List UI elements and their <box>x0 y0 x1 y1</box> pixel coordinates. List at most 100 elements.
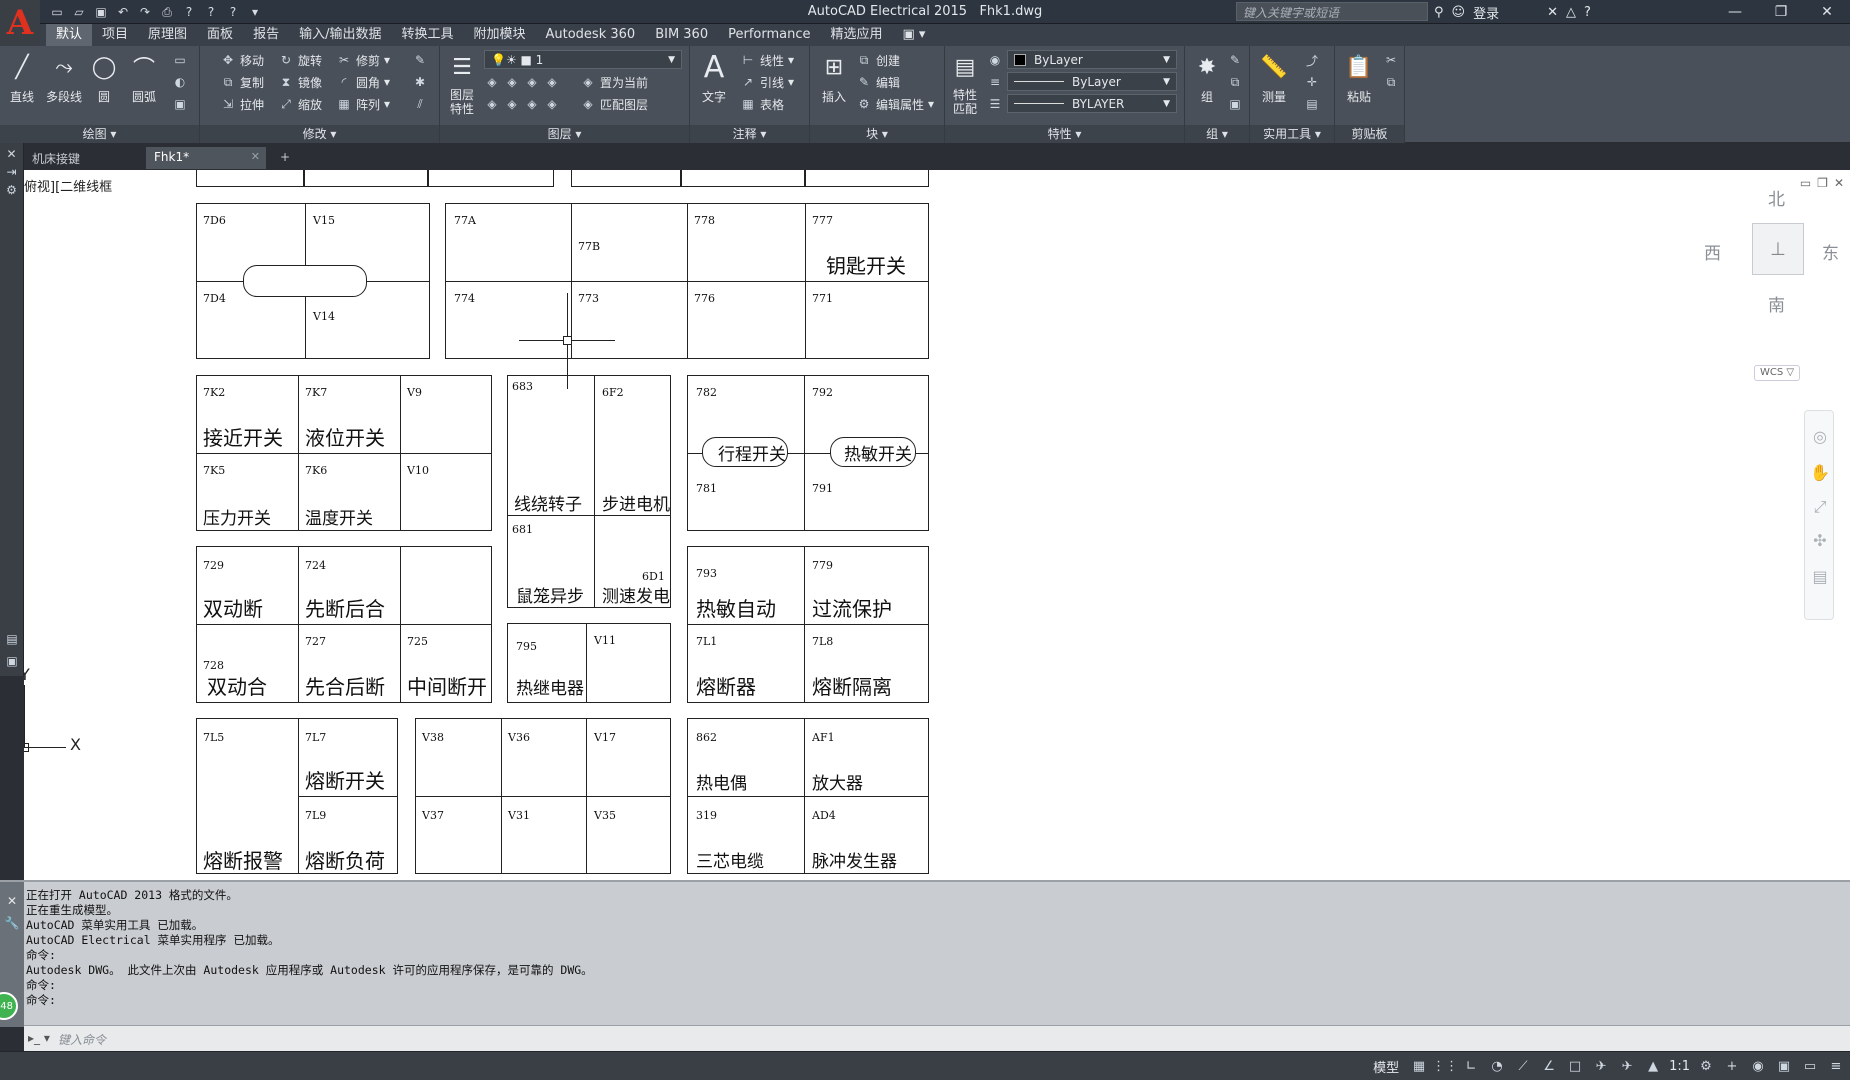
boundary-tool[interactable]: ▣ <box>172 94 188 114</box>
object-snap-tracking-icon[interactable]: ∠ <box>1539 1056 1559 1076</box>
palette-settings-icon[interactable]: ⚙ <box>0 183 23 197</box>
new-icon[interactable]: ▭ <box>48 3 66 21</box>
zoom-extents-icon[interactable]: ⤢ <box>1809 497 1831 519</box>
edit-block-tool[interactable]: ✎ 编辑 <box>856 72 900 92</box>
tab-import-export[interactable]: 输入/输出数据 <box>289 24 391 46</box>
lineweight-tool[interactable]: ☰ <box>987 94 1003 114</box>
group-button[interactable]: ✸ 组 <box>1187 50 1227 105</box>
wcs-menu[interactable]: WCS ▽ <box>1754 365 1800 381</box>
help-button-icon[interactable]: ? <box>1584 5 1591 20</box>
panel-properties-label[interactable]: 特性 ▾ <box>945 125 1184 143</box>
workspace-gear-icon[interactable]: ⚙ <box>1696 1056 1716 1076</box>
color-dropdown[interactable]: ByLayer ▼ <box>1007 50 1177 69</box>
edit-attributes-tool[interactable]: ⚙ 编辑属性 ▾ <box>856 94 934 114</box>
table-tool[interactable]: ▦ 表格 <box>740 94 784 114</box>
tab-performance[interactable]: Performance <box>718 24 820 46</box>
linetype-tool[interactable]: ≡ <box>987 72 1003 92</box>
app-menu-button[interactable]: A <box>0 0 40 46</box>
viewcube[interactable]: 北 西 东 南 ⊥ <box>1704 185 1839 325</box>
trim-tool[interactable]: ✂ 修剪 ▾ <box>336 50 390 70</box>
rectangle-tool[interactable]: ▭ <box>172 50 188 70</box>
tab-conversion[interactable]: 转换工具 <box>391 24 463 46</box>
palette-toggle-icon[interactable]: ▣ <box>0 654 24 668</box>
help-icon-2[interactable]: ? <box>202 3 220 21</box>
binoculars-icon[interactable]: ⚲ <box>1434 5 1444 20</box>
customization-icon[interactable]: ≡ <box>1826 1056 1846 1076</box>
panel-clipboard-label[interactable]: 剪贴板 <box>1335 125 1404 143</box>
object-snap-icon[interactable]: □ <box>1565 1056 1585 1076</box>
text-button[interactable]: A 文字 <box>694 50 734 105</box>
hatch-tool[interactable]: ◐ <box>172 72 188 92</box>
mirror-tool[interactable]: ⧗ 镜像 <box>278 72 322 92</box>
measure-button[interactable]: 📏 测量 <box>1254 50 1294 105</box>
compass-south[interactable]: 南 <box>1768 291 1785 316</box>
pin-palette-icon[interactable]: ⇥ <box>0 165 23 179</box>
panel-modify-label[interactable]: 修改 ▾ <box>200 125 439 143</box>
auto-scale-icon[interactable]: ✈ <box>1617 1056 1637 1076</box>
panel-layers-label[interactable]: 图层 ▾ <box>440 125 689 143</box>
new-tab-button[interactable]: + <box>272 147 298 169</box>
help-icon-3[interactable]: ? <box>224 3 242 21</box>
color-picker-tool[interactable]: ◉ <box>987 50 1003 70</box>
a360-icon[interactable]: △ <box>1566 5 1576 20</box>
leader-tool[interactable]: ↗ 引线 ▾ <box>740 72 794 92</box>
match-layer-tool[interactable]: ◈ 匹配图层 <box>580 94 648 114</box>
isodraft-icon[interactable]: ⟋ <box>1513 1056 1533 1076</box>
linetype-dropdown[interactable]: ByLayer ▼ <box>1007 72 1177 91</box>
viewport-close-icon[interactable]: ✕ <box>1834 176 1844 190</box>
fillet-tool[interactable]: ◜ 圆角 ▾ <box>336 72 390 92</box>
close-palette-icon[interactable]: ✕ <box>0 147 23 161</box>
redo-icon[interactable]: ↷ <box>136 3 154 21</box>
ortho-icon[interactable]: ∟ <box>1461 1056 1481 1076</box>
restore-button[interactable]: ❐ <box>1758 0 1804 24</box>
tab-more-icon[interactable]: ▣ ▾ <box>893 24 936 46</box>
copy-tool[interactable]: ⧉ 复制 <box>220 72 264 92</box>
tab-panel[interactable]: 面板 <box>197 24 243 46</box>
panel-block-label[interactable]: 块 ▾ <box>810 125 944 143</box>
qat-dropdown-icon[interactable]: ▾ <box>246 3 264 21</box>
tab-default[interactable]: 默认 <box>46 24 93 46</box>
doc-tab-2[interactable]: Fhk1* ✕ <box>146 147 266 169</box>
model-space-button[interactable]: 模型 <box>1373 1057 1399 1076</box>
tab-schematic[interactable]: 原理图 <box>138 24 197 46</box>
showmotion-icon[interactable]: ▤ <box>1809 567 1831 589</box>
array-tool[interactable]: ▦ 阵列 ▾ <box>336 94 390 114</box>
lineweight-dropdown[interactable]: BYLAYER ▼ <box>1007 94 1177 113</box>
group-edit-tool[interactable]: ✎ <box>1227 50 1243 70</box>
panel-annotation-label[interactable]: 注释 ▾ <box>690 125 809 143</box>
copy-clip-tool[interactable]: ⧉ <box>1383 72 1399 92</box>
annotation-visibility-icon[interactable]: ✈ <box>1591 1056 1611 1076</box>
line-button[interactable]: ╱ 直线 <box>2 50 42 105</box>
compass-east[interactable]: 东 <box>1822 239 1839 264</box>
panel-utilities-label[interactable]: 实用工具 ▾ <box>1250 125 1334 143</box>
steering-wheel-icon[interactable]: ◎ <box>1809 427 1831 449</box>
command-settings-icon[interactable]: 🔧 <box>0 916 24 930</box>
tab-autodesk360[interactable]: Autodesk 360 <box>536 24 646 46</box>
close-button[interactable]: ✕ <box>1804 0 1850 24</box>
snap-icon[interactable]: ⋮⋮ <box>1432 1056 1458 1076</box>
clean-screen-icon[interactable]: ▭ <box>1800 1056 1820 1076</box>
paste-button[interactable]: 📋 粘贴 <box>1339 50 1379 105</box>
layer-tools-row1[interactable]: ◈ ◈ ◈ ◈ <box>484 72 560 92</box>
arc-button[interactable]: ⌒ 圆弧 <box>124 50 164 105</box>
tab-bim360[interactable]: BIM 360 <box>645 24 718 46</box>
stretch-tool[interactable]: ⇲ 拉伸 <box>220 94 264 114</box>
add-icon[interactable]: + <box>1722 1056 1742 1076</box>
open-icon[interactable]: ▱ <box>70 3 88 21</box>
search-input[interactable]: 键入关键字或短语 <box>1236 2 1428 21</box>
save-icon[interactable]: ▣ <box>92 3 110 21</box>
grid-icon[interactable]: ▦ <box>1409 1056 1429 1076</box>
panel-draw-label[interactable]: 绘图 ▾ <box>0 125 199 143</box>
scale-tool[interactable]: ⤢ 缩放 <box>278 94 322 114</box>
quick-select-tool[interactable]: ⤴ <box>1304 50 1320 70</box>
viewport-label[interactable]: 俯视][二维线框 <box>24 176 112 195</box>
layer-tools-row2[interactable]: ◈ ◈ ◈ ◈ <box>484 94 560 114</box>
offset-tool[interactable]: ⫽ <box>412 94 428 114</box>
annotation-scale-icon[interactable]: ▲ <box>1643 1056 1663 1076</box>
orbit-icon[interactable]: ✣ <box>1809 531 1831 553</box>
plot-icon[interactable]: ⎙ <box>158 3 176 21</box>
compass-west[interactable]: 西 <box>1704 239 1721 264</box>
close-command-icon[interactable]: ✕ <box>0 894 24 908</box>
erase-tool[interactable]: ✎ <box>412 50 428 70</box>
insert-button[interactable]: ⊞ 插入 <box>814 50 854 105</box>
